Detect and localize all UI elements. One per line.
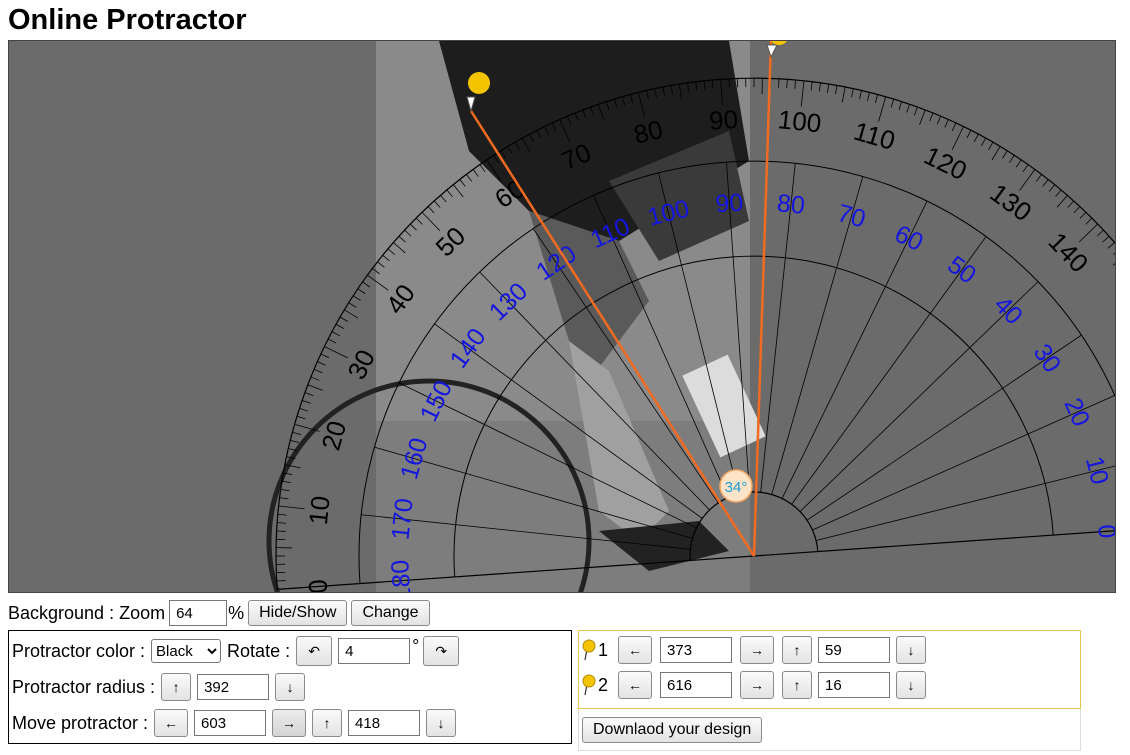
point-row: 1 ← → ↑ ↓ <box>582 636 927 664</box>
point-move-left-button[interactable]: ← <box>618 636 653 664</box>
point-row: 2 ← → ↑ ↓ <box>582 671 927 699</box>
pin-icon <box>582 639 596 661</box>
arrow-up-icon: ↑ <box>793 677 801 693</box>
point-y-input[interactable] <box>818 637 891 663</box>
radius-row: Protractor radius : ↑ ↓ <box>12 673 306 701</box>
protractor-radius-label: Protractor radius : <box>12 676 156 697</box>
page-title: Online Protractor <box>8 4 247 36</box>
background-photo <box>9 41 1115 592</box>
point-move-up-button[interactable]: ↑ <box>782 671 813 699</box>
download-design-button[interactable]: Downlaod your design <box>582 717 763 743</box>
point-move-down-button[interactable]: ↓ <box>896 636 927 664</box>
hide-show-button[interactable]: Hide/Show <box>248 600 348 626</box>
arrow-left-icon: ← <box>628 677 643 693</box>
arrow-down-icon: ↓ <box>437 715 445 731</box>
background-row: Background : Zoom % Hide/Show Change <box>8 600 430 626</box>
change-background-button[interactable]: Change <box>351 600 430 626</box>
inner-scale-label: 180 <box>386 559 417 593</box>
arrow-right-icon: → <box>282 715 297 731</box>
rotate-cw-button[interactable]: ↷ <box>423 636 460 666</box>
arrow-right-icon: → <box>750 642 765 658</box>
radius-increase-button[interactable]: ↑ <box>161 673 192 701</box>
protractor-controls-panel: Protractor color : Black Rotate : ↶ ° ↷ … <box>8 630 572 744</box>
inner-scale-label: 80 <box>776 189 807 220</box>
radius-decrease-button[interactable]: ↓ <box>275 673 306 701</box>
protractor-color-label: Protractor color : <box>12 640 146 661</box>
arrow-down-icon: ↓ <box>907 642 915 658</box>
point-move-right-button[interactable]: → <box>740 636 775 664</box>
inner-scale-label: 90 <box>714 189 744 219</box>
inner-scale-label: 0 <box>1092 523 1116 539</box>
point-move-down-button[interactable]: ↓ <box>896 671 927 699</box>
arrow-up-icon: ↑ <box>793 642 801 658</box>
arrow-up-icon: ↑ <box>323 715 331 731</box>
rotate-label: Rotate : <box>227 640 291 661</box>
background-zoom-label: Background : Zoom <box>8 602 166 623</box>
arrow-right-icon: → <box>750 677 765 693</box>
arrow-up-icon: ↑ <box>172 679 180 695</box>
move-down-button[interactable]: ↓ <box>426 709 457 737</box>
move-up-button[interactable]: ↑ <box>312 709 343 737</box>
color-rotate-row: Protractor color : Black Rotate : ↶ ° ↷ <box>12 636 460 666</box>
point-move-up-button[interactable]: ↑ <box>782 636 813 664</box>
rotate-ccw-button[interactable]: ↶ <box>296 636 333 666</box>
points-panel: 1 ← → ↑ ↓ 2 ← → ↑ ↓ <box>578 630 1081 709</box>
protractor-canvas[interactable]: 0 10 20 30 40 50 60 70 80 90 100 110 120 130 140 180 17… <box>8 40 1116 593</box>
download-panel: Downlaod your design <box>578 709 1081 751</box>
point-move-right-button[interactable]: → <box>740 671 775 699</box>
arrow-left-icon: ← <box>164 715 179 731</box>
move-row: Move protractor : ← → ↑ ↓ <box>12 709 457 737</box>
arrow-left-icon: ← <box>628 642 643 658</box>
outer-scale-label: 0 <box>302 578 333 593</box>
arrow-down-icon: ↓ <box>286 679 294 695</box>
outer-scale-label: 10 <box>303 494 336 526</box>
rotate-input[interactable] <box>338 638 411 664</box>
move-left-button[interactable]: ← <box>154 709 189 737</box>
point-x-input[interactable] <box>660 672 733 698</box>
protractor-drawing[interactable]: 01020304050607080 90 100 110120130140 18017… <box>9 41 1116 593</box>
angle-label: 34° <box>725 479 748 496</box>
move-y-input[interactable] <box>348 710 421 736</box>
point-y-input[interactable] <box>818 672 891 698</box>
move-protractor-label: Move protractor : <box>12 712 149 733</box>
point-id: 2 <box>598 674 609 695</box>
zoom-input[interactable] <box>169 600 228 626</box>
degree-symbol: ° <box>412 636 420 656</box>
point-x-input[interactable] <box>660 637 733 663</box>
pin-1-icon <box>468 72 490 94</box>
protractor-color-select[interactable]: Black <box>151 639 222 663</box>
point-id: 1 <box>598 639 609 660</box>
rotate-ccw-icon: ↶ <box>308 642 320 659</box>
rotate-cw-icon: ↷ <box>435 642 448 659</box>
outer-scale-label: 90 <box>708 104 739 136</box>
move-x-input[interactable] <box>194 710 267 736</box>
point-move-left-button[interactable]: ← <box>618 671 653 699</box>
outer-scale-label: 100 <box>777 104 823 138</box>
inner-scale-label: 170 <box>386 497 418 541</box>
arrow-down-icon: ↓ <box>907 677 915 693</box>
angle-badge: 34° <box>719 469 753 503</box>
move-right-button[interactable]: → <box>272 709 307 737</box>
percent-label: % <box>228 602 245 623</box>
radius-input[interactable] <box>197 674 270 700</box>
pin-icon <box>582 674 596 696</box>
